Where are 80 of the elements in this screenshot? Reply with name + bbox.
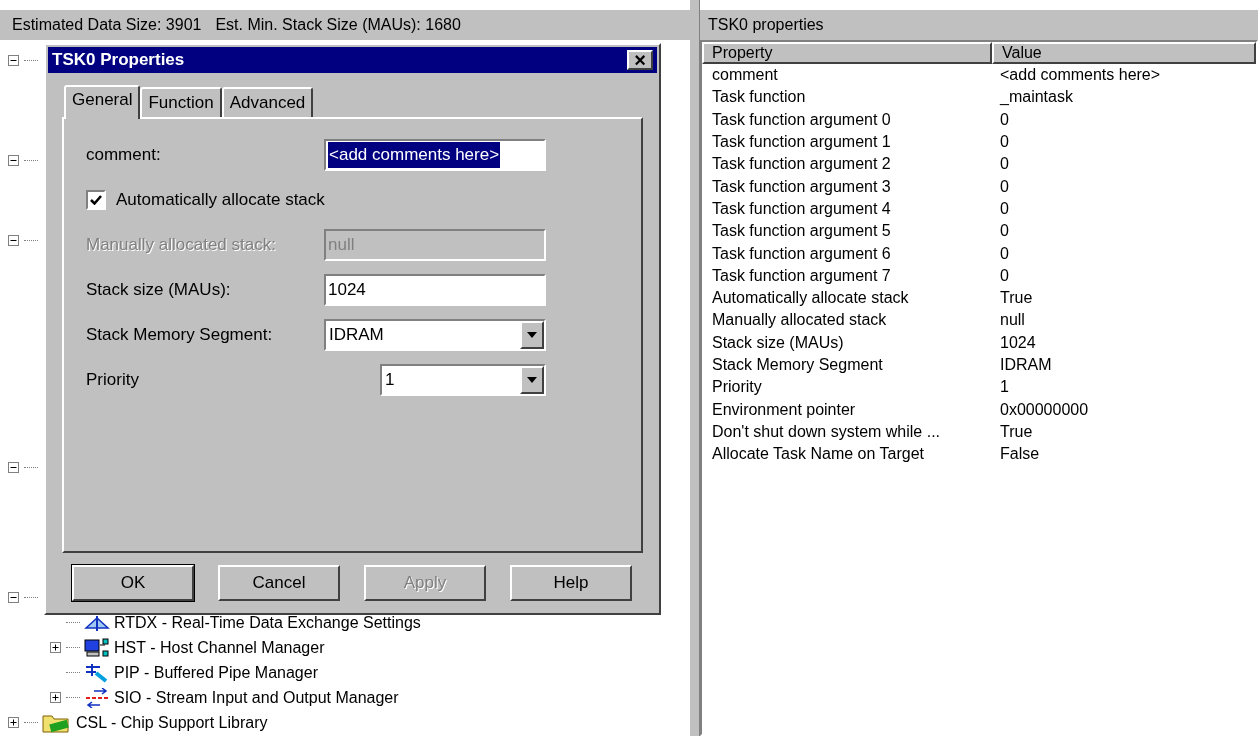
property-value: False	[999, 444, 1040, 465]
property-value: 1	[999, 377, 1009, 398]
property-value: _maintask	[998, 87, 1073, 108]
panel-title: TSK0 properties	[708, 15, 824, 35]
field-label: Manually allocated stack:	[86, 234, 277, 257]
property-name: Allocate Task Name on Target	[711, 444, 925, 465]
field-label: comment:	[86, 144, 162, 167]
property-value: True	[999, 421, 1033, 442]
property-name: Task function argument 2	[711, 154, 892, 175]
expand-icon[interactable]	[50, 642, 61, 653]
property-name: Stack Memory Segment	[711, 355, 884, 375]
column-header[interactable]: Value	[992, 42, 1256, 64]
property-value: 0	[999, 221, 1009, 242]
tab[interactable]: General	[64, 85, 141, 119]
computer-icon	[84, 637, 110, 658]
dropdown[interactable]: 1	[380, 364, 546, 396]
collapse-icon[interactable]	[8, 592, 19, 603]
tree-item[interactable]: HST - Host Channel Manager	[114, 635, 325, 660]
property-name: Environment pointer	[711, 399, 857, 420]
tab[interactable]: Advanced	[221, 87, 314, 117]
property-value: 0x00000000	[999, 399, 1089, 420]
property-name: Task function argument 5	[711, 221, 892, 242]
collapse-icon[interactable]	[8, 155, 19, 166]
text-field[interactable]: 1024	[324, 274, 546, 306]
property-name: Priority	[711, 377, 763, 398]
field-label: Priority	[86, 369, 140, 392]
expand-icon[interactable]	[50, 692, 61, 703]
field-label: Stack Memory Segment:	[86, 324, 274, 347]
checkbox-label: Automatically allocate stack	[116, 189, 325, 212]
data-size-text: Estimated Data Size: 3901	[12, 15, 202, 35]
property-value: 0	[999, 132, 1009, 153]
dropdown[interactable]: IDRAM	[324, 319, 546, 351]
property-value: 0	[999, 198, 1009, 219]
property-value: 1024	[999, 332, 1036, 353]
property-name: Task function argument 1	[711, 132, 892, 153]
property-name: Task function argument 3	[711, 176, 892, 197]
dropdown-arrow-icon	[527, 332, 537, 338]
property-value: 0	[999, 243, 1009, 264]
stack-size-text: Est. Min. Stack Size (MAUs): 1680	[215, 15, 461, 35]
property-name: comment	[711, 65, 779, 86]
property-value: True	[999, 288, 1033, 309]
tab[interactable]: Function	[140, 87, 222, 117]
dialog-button[interactable]: OK	[72, 565, 194, 601]
arrows-icon	[84, 687, 110, 708]
property-name: Task function argument 0	[711, 109, 892, 130]
property-value: 0	[999, 154, 1009, 175]
tree-item[interactable]: SIO - Stream Input and Output Manager	[114, 685, 399, 710]
property-name: Task function	[711, 87, 807, 108]
dialog-button[interactable]: Help	[510, 565, 632, 601]
dialog-title: TSK0 Properties	[52, 49, 185, 72]
property-name: Don't shut down system while ...	[711, 421, 942, 442]
collapse-icon[interactable]	[8, 462, 19, 473]
collapse-icon[interactable]	[8, 55, 19, 66]
tree-item[interactable]: RTDX - Real-Time Data Exchange Settings	[114, 610, 421, 635]
property-name: Automatically allocate stack	[711, 288, 910, 309]
check-icon	[90, 195, 102, 205]
expand-icon[interactable]	[8, 717, 19, 728]
dialog-button[interactable]: Cancel	[218, 565, 340, 601]
property-value: 0	[999, 176, 1009, 197]
dropdown-arrow-icon	[527, 377, 537, 383]
property-name: Manually allocated stack	[711, 310, 888, 331]
column-header[interactable]: Property	[702, 42, 992, 64]
property-name: Task function argument 6	[711, 243, 892, 264]
tree-item[interactable]: PIP - Buffered Pipe Manager	[114, 660, 318, 685]
property-name: Task function argument 7	[711, 265, 892, 286]
tree-item[interactable]: CSL - Chip Support Library	[76, 710, 268, 735]
property-value: <add comments here>	[999, 65, 1161, 86]
property-value: 0	[999, 265, 1009, 286]
text-field[interactable]: <add comments here>	[324, 139, 546, 171]
antenna-icon	[84, 613, 110, 632]
pipe-icon	[84, 662, 110, 683]
field-label: Stack size (MAUs):	[86, 279, 232, 302]
collapse-icon[interactable]	[8, 235, 19, 246]
property-value: null	[999, 310, 1025, 331]
checkbox[interactable]	[86, 190, 106, 210]
property-name: Stack size (MAUs)	[711, 332, 845, 353]
property-value: 0	[999, 109, 1009, 130]
property-name: Task function argument 4	[711, 198, 892, 219]
close-button[interactable]: ×	[627, 50, 653, 70]
property-value: IDRAM	[999, 355, 1052, 375]
